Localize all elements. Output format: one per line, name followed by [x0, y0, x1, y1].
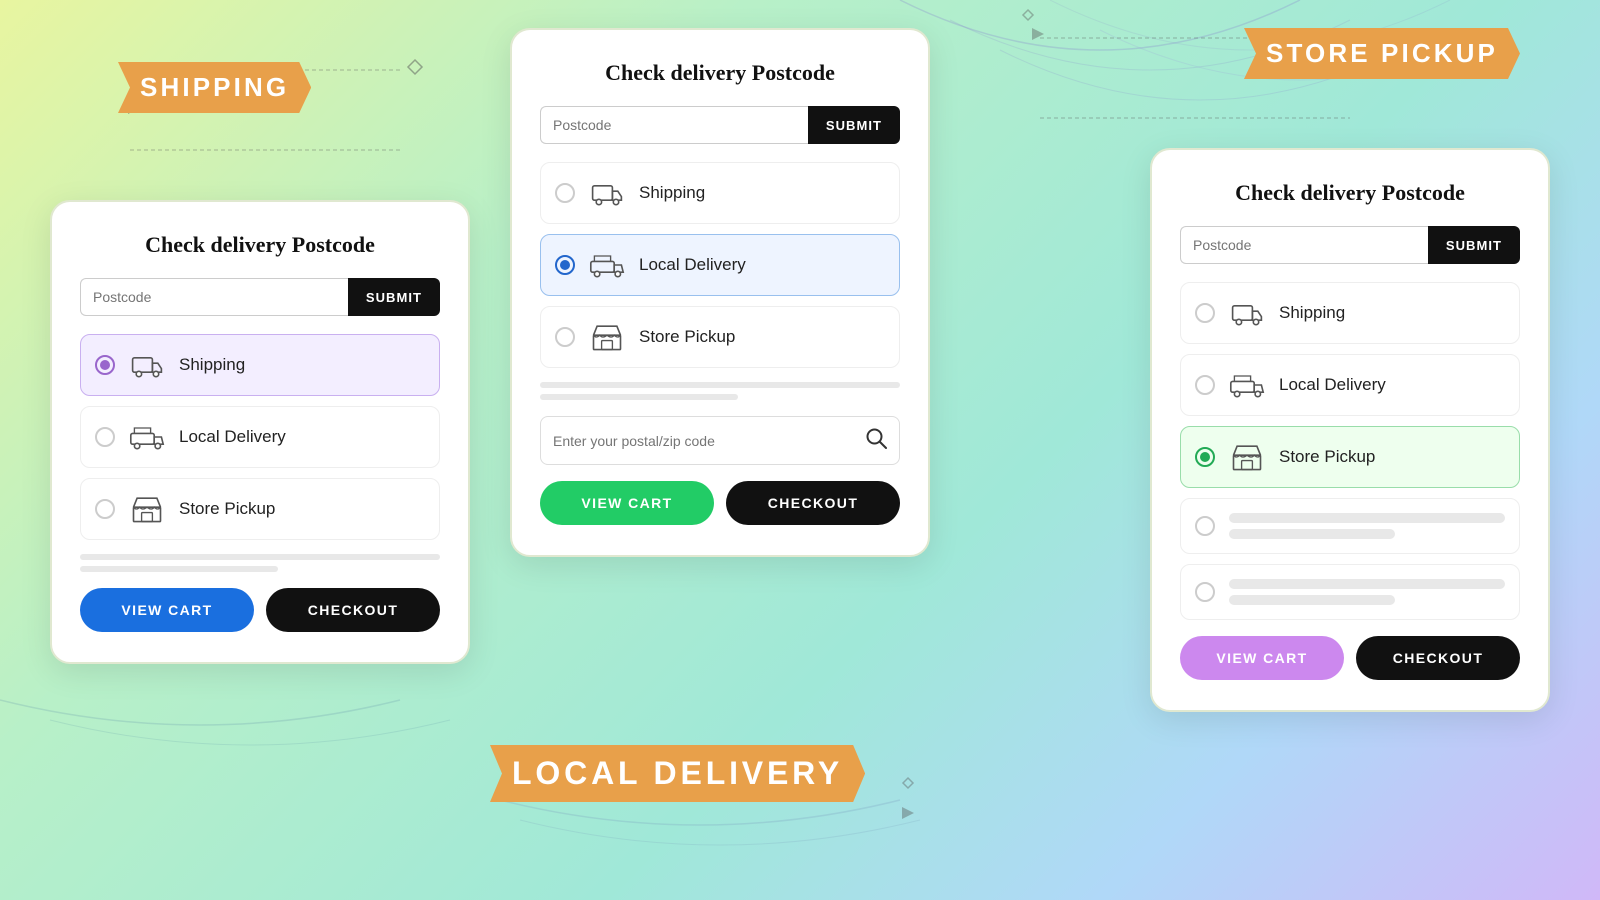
- radio-delivery-right[interactable]: [1195, 375, 1215, 395]
- ghost-radio-1[interactable]: [1195, 516, 1215, 536]
- radio-shipping-center[interactable]: [555, 183, 575, 203]
- delivery-icon-right: [1229, 367, 1265, 403]
- postcode-row-left: SUBMIT: [80, 278, 440, 316]
- local-delivery-banner-text: LOCAL DELIVERY: [512, 755, 843, 791]
- ghost-radio-2[interactable]: [1195, 582, 1215, 602]
- card-right: Check delivery Postcode SUBMIT Shipping …: [1150, 148, 1550, 712]
- radio-shipping-left[interactable]: [95, 355, 115, 375]
- divider-center: [540, 382, 900, 400]
- btn-row-center: VIEW CART CHECKOUT: [540, 481, 900, 525]
- view-cart-btn-right[interactable]: VIEW CART: [1180, 636, 1344, 680]
- view-cart-btn-left[interactable]: VIEW CART: [80, 588, 254, 632]
- option-pickup-left[interactable]: Store Pickup: [80, 478, 440, 540]
- submit-btn-center[interactable]: SUBMIT: [808, 106, 900, 144]
- radio-pickup-left[interactable]: [95, 499, 115, 519]
- card-center: Check delivery Postcode SUBMIT Shipping …: [510, 28, 930, 557]
- store-icon-center: [589, 319, 625, 355]
- ghost-row-1: [1180, 498, 1520, 554]
- card-left-title: Check delivery Postcode: [80, 232, 440, 258]
- option-pickup-label-right: Store Pickup: [1279, 447, 1375, 467]
- option-delivery-center[interactable]: Local Delivery: [540, 234, 900, 296]
- option-shipping-right[interactable]: Shipping: [1180, 282, 1520, 344]
- radio-delivery-center[interactable]: [555, 255, 575, 275]
- card-left: Check delivery Postcode SUBMIT Shipping …: [50, 200, 470, 664]
- checkout-btn-right[interactable]: CHECKOUT: [1356, 636, 1520, 680]
- local-delivery-banner: LOCAL DELIVERY: [490, 745, 865, 802]
- shipping-icon-left: [129, 347, 165, 383]
- postcode-input-center[interactable]: [540, 106, 808, 144]
- option-pickup-label-center: Store Pickup: [639, 327, 735, 347]
- submit-btn-right[interactable]: SUBMIT: [1428, 226, 1520, 264]
- option-shipping-label-left: Shipping: [179, 355, 245, 375]
- postcode-input-left[interactable]: [80, 278, 348, 316]
- ghost-row-2: [1180, 564, 1520, 620]
- divider-left: [80, 554, 440, 572]
- radio-pickup-center[interactable]: [555, 327, 575, 347]
- ghost-rows: [1180, 498, 1520, 620]
- store-icon-right: [1229, 439, 1265, 475]
- option-delivery-right[interactable]: Local Delivery: [1180, 354, 1520, 416]
- search-row-center[interactable]: [540, 416, 900, 465]
- option-pickup-center[interactable]: Store Pickup: [540, 306, 900, 368]
- radio-delivery-left[interactable]: [95, 427, 115, 447]
- option-pickup-label-left: Store Pickup: [179, 499, 275, 519]
- card-center-title: Check delivery Postcode: [540, 60, 900, 86]
- ghost-lines-1: [1229, 513, 1505, 539]
- btn-row-left: VIEW CART CHECKOUT: [80, 588, 440, 632]
- delivery-icon-center: [589, 247, 625, 283]
- option-delivery-label-right: Local Delivery: [1279, 375, 1386, 395]
- search-icon-center[interactable]: [865, 427, 887, 454]
- option-pickup-right[interactable]: Store Pickup: [1180, 426, 1520, 488]
- option-delivery-label-left: Local Delivery: [179, 427, 286, 447]
- shipping-icon-right: [1229, 295, 1265, 331]
- store-icon-left: [129, 491, 165, 527]
- postcode-row-center: SUBMIT: [540, 106, 900, 144]
- radio-shipping-right[interactable]: [1195, 303, 1215, 323]
- checkout-btn-center[interactable]: CHECKOUT: [726, 481, 900, 525]
- btn-row-right: VIEW CART CHECKOUT: [1180, 636, 1520, 680]
- view-cart-btn-center[interactable]: VIEW CART: [540, 481, 714, 525]
- search-input-center[interactable]: [553, 433, 857, 449]
- option-shipping-left[interactable]: Shipping: [80, 334, 440, 396]
- checkout-btn-left[interactable]: CHECKOUT: [266, 588, 440, 632]
- radio-pickup-right[interactable]: [1195, 447, 1215, 467]
- postcode-input-right[interactable]: [1180, 226, 1428, 264]
- option-shipping-center[interactable]: Shipping: [540, 162, 900, 224]
- option-shipping-label-center: Shipping: [639, 183, 705, 203]
- option-delivery-label-center: Local Delivery: [639, 255, 746, 275]
- shipping-icon-center: [589, 175, 625, 211]
- option-delivery-left[interactable]: Local Delivery: [80, 406, 440, 468]
- store-pickup-banner-text: STORE PICKUP: [1266, 38, 1498, 68]
- shipping-banner-text: SHIPPING: [140, 72, 289, 102]
- postcode-row-right: SUBMIT: [1180, 226, 1520, 264]
- delivery-icon-left: [129, 419, 165, 455]
- card-right-title: Check delivery Postcode: [1180, 180, 1520, 206]
- ghost-lines-2: [1229, 579, 1505, 605]
- shipping-banner: SHIPPING: [118, 62, 311, 113]
- submit-btn-left[interactable]: SUBMIT: [348, 278, 440, 316]
- store-pickup-banner: STORE PICKUP: [1244, 28, 1520, 79]
- option-shipping-label-right: Shipping: [1279, 303, 1345, 323]
